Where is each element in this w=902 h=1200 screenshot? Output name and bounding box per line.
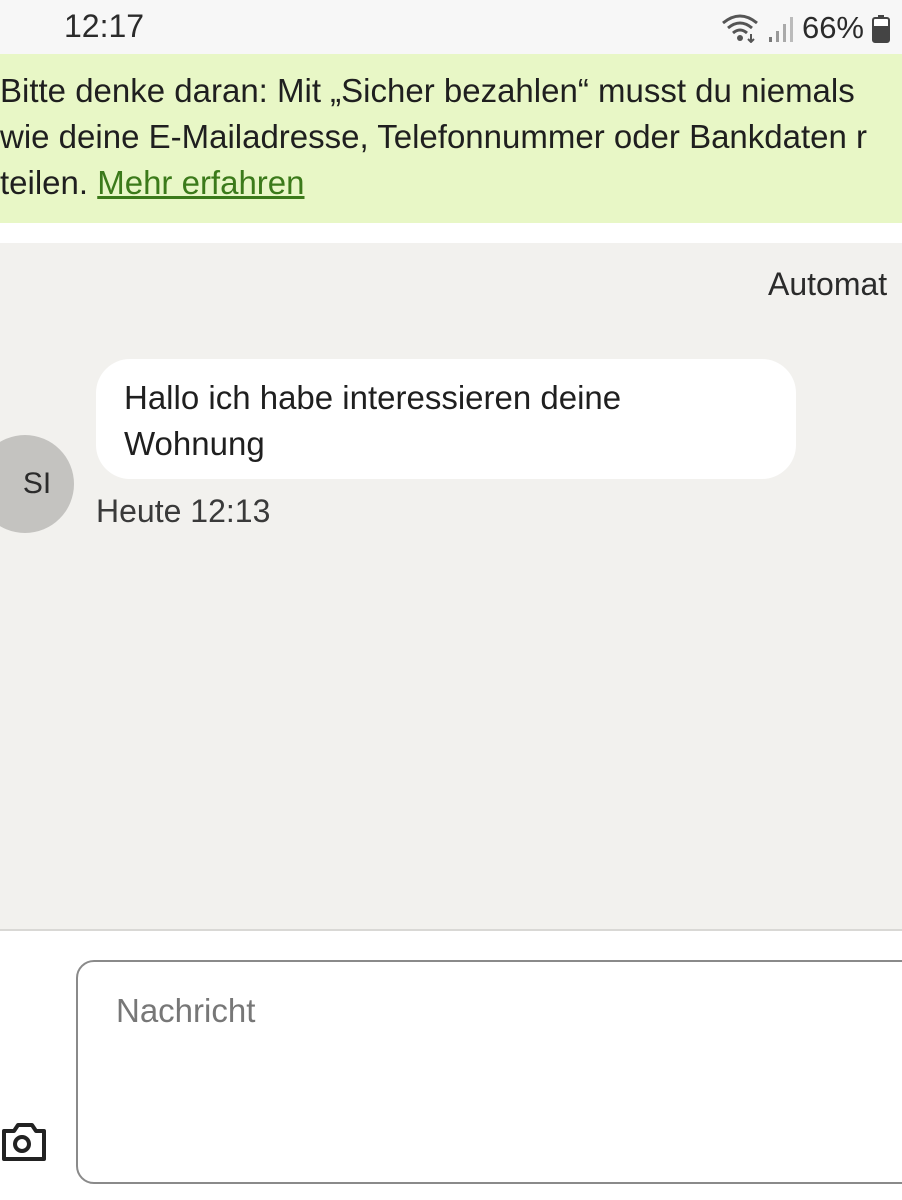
avatar-initials: SI — [22, 467, 52, 500]
message-bubble[interactable]: Hallo ich habe interessieren deine Wohnu… — [96, 359, 796, 479]
banner-line-1: Bitte denke daran: Mit „Sicher bezahlen“… — [0, 72, 855, 109]
status-icons: 66% — [720, 8, 890, 48]
banner-line-3: teilen. Mehr erfahren — [0, 160, 902, 206]
wifi-icon — [722, 14, 758, 43]
message-text-line-1: Hallo ich habe interessieren deine — [124, 379, 622, 416]
camera-icon — [2, 1123, 46, 1161]
chat-area[interactable]: Automat SI Hallo ich habe interessieren … — [0, 243, 902, 929]
banner-line-3-text: teilen. — [0, 164, 98, 201]
message-composer — [0, 931, 902, 1200]
learn-more-link[interactable]: Mehr erfahren — [97, 164, 304, 201]
automatic-message-label: Automat — [768, 266, 888, 302]
status-bar: 12:17 66% — [0, 0, 902, 54]
status-time: 12:17 — [64, 8, 145, 44]
banner-line-2: wie deine E-Mailadresse, Telefonnummer o… — [0, 118, 868, 155]
security-banner: Bitte denke daran: Mit „Sicher bezahlen“… — [0, 54, 902, 223]
banner-spacer — [0, 223, 902, 243]
battery-percent: 66% — [801, 10, 864, 45]
signal-icon — [768, 17, 793, 42]
message-input[interactable] — [76, 960, 902, 1184]
message-text-line-2: Wohnung — [124, 425, 265, 462]
battery-icon — [872, 15, 890, 43]
banner-text: Bitte denke daran: Mit „Sicher bezahlen“… — [0, 68, 902, 206]
avatar[interactable]: SI — [0, 435, 74, 533]
camera-button[interactable] — [0, 1117, 48, 1165]
message-timestamp: Heute 12:13 — [96, 493, 271, 529]
